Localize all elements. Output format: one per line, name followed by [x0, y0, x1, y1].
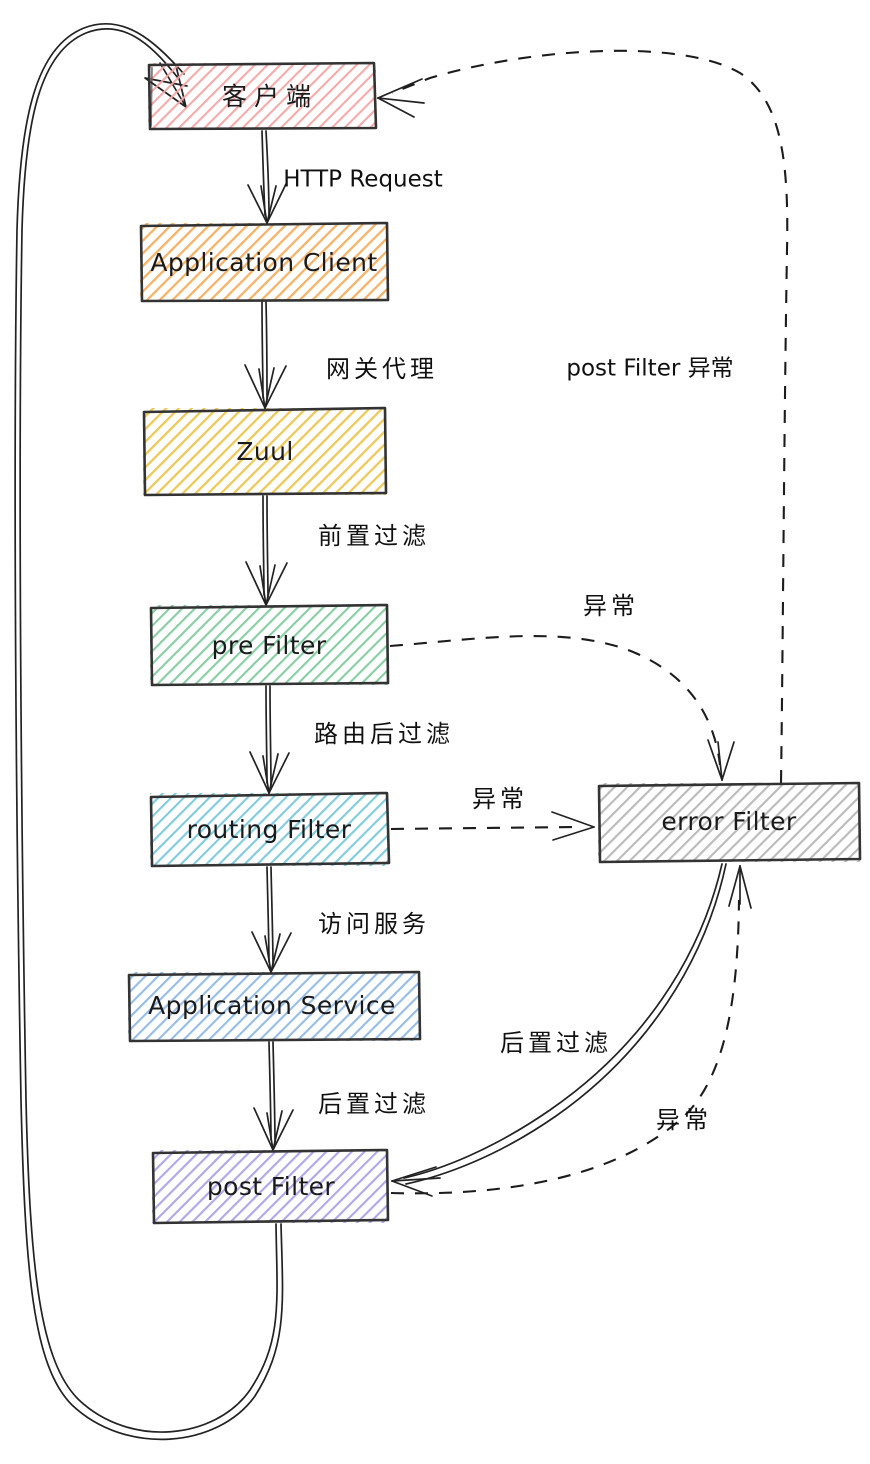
edge-routing-filter-to-error-filter [390, 811, 595, 841]
edge-label-exception-post: 异常 [656, 1106, 712, 1134]
node-pre-filter[interactable]: pre Filter [149, 603, 390, 687]
edge-pre-filter-to-error-filter [389, 635, 735, 781]
edge-label-post-routing-filtering: 路由后过滤 [314, 720, 454, 748]
edge-application-service-to-post-filter [253, 1041, 294, 1151]
node-post-filter[interactable]: post Filter [151, 1148, 390, 1225]
edge-label-pre-filtering: 前置过滤 [318, 522, 430, 550]
node-application-client-label: Application Client [150, 248, 377, 277]
edge-pre-filter-to-routing-filter [249, 685, 290, 794]
edge-label-post-filtering-main: 后置过滤 [318, 1090, 430, 1118]
edge-label-http-request: HTTP Request [283, 167, 443, 193]
edge-label-gateway-proxy: 网关代理 [326, 355, 438, 383]
node-routing-filter[interactable]: routing Filter [149, 791, 391, 868]
edge-label-post-filtering-return: 后置过滤 [500, 1029, 612, 1057]
edge-client-to-application-client [247, 130, 287, 224]
flowchart-diagram: 客户端 Application Client Zuul pre Filter r… [0, 0, 870, 1464]
edge-label-exception-routing: 异常 [472, 785, 528, 813]
node-application-service-label: Application Service [148, 991, 396, 1020]
node-routing-filter-label: routing Filter [187, 815, 352, 844]
node-zuul[interactable]: Zuul [142, 406, 388, 497]
edge-zuul-to-pre-filter [245, 495, 288, 606]
node-client-label: 客户端 [222, 82, 318, 111]
edge-error-filter-to-client [377, 49, 789, 784]
edge-application-client-to-zuul [244, 301, 287, 409]
node-error-filter[interactable]: error Filter [597, 781, 862, 864]
node-client[interactable]: 客户端 [147, 61, 378, 131]
node-error-filter-label: error Filter [661, 807, 797, 836]
edge-routing-filter-to-application-service [251, 866, 292, 973]
node-pre-filter-label: pre Filter [212, 631, 327, 660]
node-application-client[interactable]: Application Client [139, 221, 390, 303]
node-application-service[interactable]: Application Service [127, 970, 422, 1043]
edge-label-post-filter-exception: post Filter 异常 [566, 356, 733, 382]
node-post-filter-label: post Filter [207, 1172, 336, 1201]
diagram-canvas: 客户端 Application Client Zuul pre Filter r… [14, 22, 862, 1441]
edge-label-exception-pre: 异常 [583, 592, 639, 620]
node-zuul-label: Zuul [236, 437, 293, 466]
edge-label-access-service: 访问服务 [318, 910, 430, 938]
